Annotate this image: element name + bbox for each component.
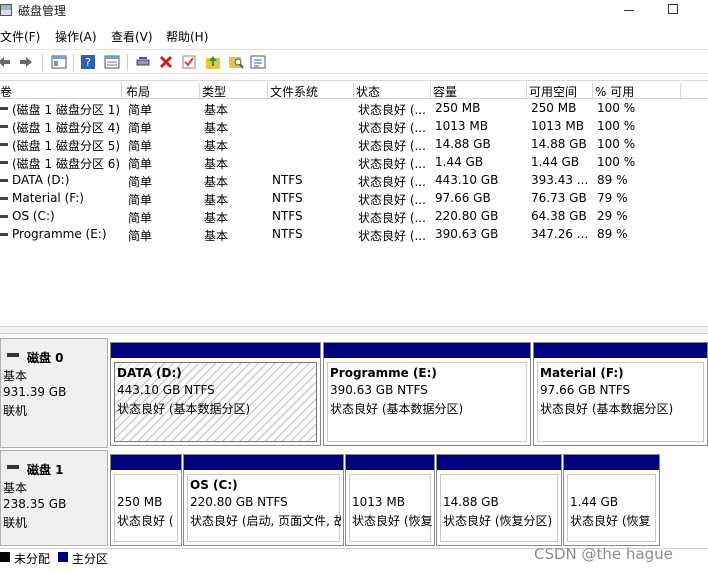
forward-arrow-icon[interactable]	[18, 54, 34, 70]
volume-list: 卷 布局 类型 文件系统 状态 容量 可用空间 % 可用 (磁盘 1 磁盘分区 …	[0, 80, 708, 324]
disk-size: 931.39 GB	[3, 385, 67, 399]
column-header-capacity[interactable]: 容量	[431, 83, 527, 100]
volume-icon	[0, 143, 8, 146]
help-icon[interactable]: ?	[80, 54, 96, 70]
table-row[interactable]: Material (F:) 简单 基本 NTFS 状态良好 (... 97.66…	[0, 190, 680, 208]
partition-data-d[interactable]: DATA (D:) 443.10 GB NTFS 状态良好 (基本数据分区)	[110, 342, 321, 446]
disk-size: 238.35 GB	[3, 497, 67, 511]
column-header-free-space[interactable]: 可用空间	[527, 83, 593, 100]
table-row[interactable]: (磁盘 1 磁盘分区 4) 简单 基本 状态良好 (... 1013 MB 10…	[0, 118, 680, 136]
partition-disk1-5[interactable]: 14.88 GB 状态良好 (恢复分区)	[436, 454, 562, 546]
connect-drive-icon[interactable]	[135, 54, 151, 70]
primary-partition-band	[184, 455, 343, 470]
legend-label-primary: 主分区	[72, 552, 109, 566]
watermark: CSDN @the hague	[534, 545, 673, 563]
partition-programme-e[interactable]: Programme (E:) 390.63 GB NTFS 状态良好 (基本数据…	[323, 342, 531, 446]
partition-material-f[interactable]: Material (F:) 97.66 GB NTFS 状态良好 (基本数据分区…	[533, 342, 708, 446]
disk-status: 联机	[3, 516, 28, 530]
volume-icon	[0, 197, 8, 200]
table-row[interactable]: DATA (D:) 简单 基本 NTFS 状态良好 (... 443.10 GB…	[0, 172, 680, 190]
menu-help[interactable]: 帮助(H)	[166, 28, 208, 45]
properties-icon[interactable]	[104, 54, 120, 70]
window-title: 磁盘管理	[18, 4, 67, 18]
table-row[interactable]: OS (C:) 简单 基本 NTFS 状态良好 (... 220.80 GB 6…	[0, 208, 680, 226]
column-header-filesystem[interactable]: 文件系统	[268, 83, 354, 100]
partition-os-c[interactable]: OS (C:) 220.80 GB NTFS 状态良好 (启动, 页面文件, 故	[183, 454, 344, 546]
primary-partition-band	[111, 343, 320, 358]
delete-icon[interactable]	[158, 54, 174, 70]
volume-icon	[0, 179, 8, 182]
back-arrow-icon[interactable]	[0, 54, 12, 70]
table-row[interactable]: (磁盘 1 磁盘分区 6) 简单 基本 状态良好 (... 1.44 GB 1.…	[0, 154, 680, 172]
settings-list-icon[interactable]	[250, 54, 266, 70]
console-tree-icon[interactable]	[51, 54, 67, 70]
disk-name: 磁盘 0	[27, 351, 64, 365]
partition-disk1-1[interactable]: 250 MB 状态良好 (	[110, 454, 182, 546]
legend-swatch-unallocated	[0, 552, 10, 562]
disk-icon	[7, 465, 19, 469]
menu-file[interactable]: 文件(F)	[0, 28, 40, 45]
table-row[interactable]: (磁盘 1 磁盘分区 1) 简单 基本 状态良好 (... 250 MB 250…	[0, 100, 680, 118]
column-header-layout[interactable]: 布局	[124, 83, 200, 100]
primary-partition-band	[437, 455, 561, 470]
primary-partition-band	[564, 455, 659, 470]
menu-bar: 文件(F) 操作(A) 查看(V) 帮助(H)	[0, 26, 708, 46]
volume-icon	[0, 233, 8, 236]
partition-disk1-4[interactable]: 1013 MB 状态良好 (恢复	[345, 454, 435, 546]
disk-1-info[interactable]: 磁盘 1 基本 238.35 GB 联机	[0, 450, 108, 546]
disk-name: 磁盘 1	[27, 463, 64, 477]
column-header-type[interactable]: 类型	[200, 83, 268, 100]
primary-partition-band	[111, 455, 181, 470]
maximize-button[interactable]	[668, 4, 678, 14]
volume-icon	[0, 125, 8, 128]
disk-graphical-pane: 磁盘 0 基本 931.39 GB 联机 DATA (D:) 443.10 GB…	[0, 334, 708, 546]
folder-up-icon[interactable]	[205, 54, 221, 70]
volume-icon	[0, 215, 8, 218]
disk-management-app-icon	[0, 4, 12, 16]
disk-0-info[interactable]: 磁盘 0 基本 931.39 GB 联机	[0, 338, 108, 448]
primary-partition-band	[324, 343, 530, 358]
disk-status: 联机	[3, 404, 28, 418]
volume-icon	[0, 161, 8, 164]
search-folder-icon[interactable]	[228, 54, 244, 70]
disk-icon	[7, 353, 19, 357]
table-row[interactable]: Programme (E:) 简单 基本 NTFS 状态良好 (... 390.…	[0, 226, 680, 244]
column-header-status[interactable]: 状态	[354, 83, 431, 100]
primary-partition-band	[346, 455, 434, 470]
legend-label-unallocated: 未分配	[14, 552, 51, 566]
title-bar: 磁盘管理	[0, 0, 708, 22]
legend-swatch-primary	[58, 552, 68, 562]
volume-icon	[0, 107, 8, 110]
svg-text:?: ?	[85, 56, 91, 69]
check-icon[interactable]	[181, 54, 197, 70]
disk-type: 基本	[3, 481, 28, 495]
disk-type: 基本	[3, 369, 28, 383]
menu-view[interactable]: 查看(V)	[111, 28, 153, 45]
minimize-button[interactable]	[622, 2, 636, 16]
menu-action[interactable]: 操作(A)	[55, 28, 97, 45]
column-header-volume[interactable]: 卷	[0, 83, 122, 100]
volume-list-header: 卷 布局 类型 文件系统 状态 容量 可用空间 % 可用	[0, 80, 708, 100]
partition-disk1-6[interactable]: 1.44 GB 状态良好 (恢复	[563, 454, 660, 546]
column-header-percent-free[interactable]: % 可用	[593, 83, 681, 100]
table-row[interactable]: (磁盘 1 磁盘分区 5) 简单 基本 状态良好 (... 14.88 GB 1…	[0, 136, 680, 154]
toolbar: ?	[0, 49, 708, 74]
pane-splitter[interactable]	[0, 326, 708, 334]
primary-partition-band	[534, 343, 707, 358]
